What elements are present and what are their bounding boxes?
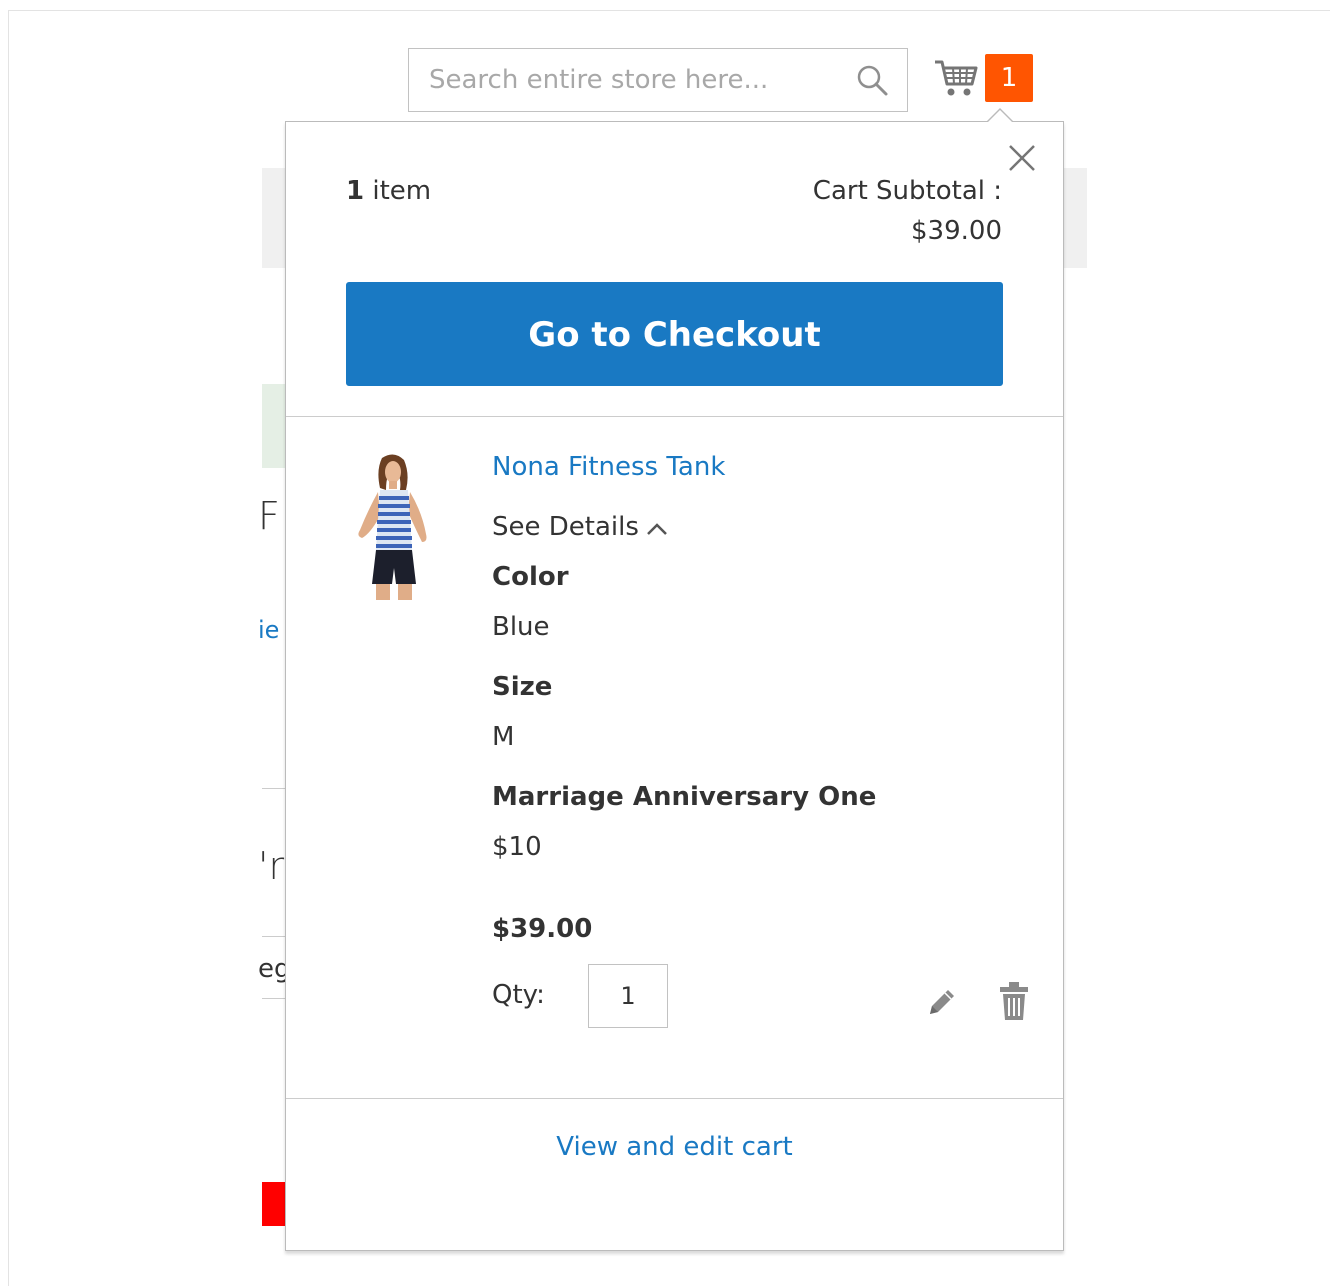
background-divider (262, 788, 286, 789)
divider (286, 416, 1063, 417)
subtotal-price: $39.00 (911, 216, 1002, 246)
background-page-title: F (258, 494, 280, 538)
option-value-color: Blue (492, 612, 550, 642)
view-and-edit-cart-link[interactable]: View and edit cart (286, 1132, 1063, 1162)
items-label: item (372, 176, 432, 206)
qty-input[interactable] (588, 964, 668, 1028)
background-review-link: ie (258, 616, 280, 644)
search-icon[interactable] (854, 62, 890, 98)
minicart-caret-fill (987, 110, 1013, 123)
option-label-color: Color (492, 562, 569, 592)
items-count: 1 (346, 176, 365, 206)
background-message (262, 384, 286, 468)
chevron-up-icon[interactable] (644, 518, 670, 540)
close-icon[interactable] (1002, 138, 1042, 178)
option-value-custom: $10 (492, 832, 542, 862)
edit-icon[interactable] (924, 984, 960, 1020)
background-button (262, 1182, 286, 1226)
option-value-size: M (492, 722, 515, 752)
background-divider (262, 998, 286, 999)
see-details-toggle[interactable]: See Details (492, 512, 639, 542)
cart-icon[interactable] (932, 54, 980, 102)
cart-counter-badge[interactable]: 1 (985, 54, 1033, 102)
item-price: $39.00 (492, 914, 593, 944)
search-input[interactable] (409, 49, 849, 111)
qty-label: Qty: (492, 980, 545, 1010)
option-label-size: Size (492, 672, 553, 702)
option-label-custom: Marriage Anniversary One (492, 782, 877, 812)
background-label: eg (258, 954, 286, 984)
trash-icon[interactable] (996, 980, 1032, 1022)
checkout-button[interactable]: Go to Checkout (346, 282, 1003, 386)
product-photo[interactable] (330, 450, 450, 602)
product-name-link[interactable]: Nona Fitness Tank (492, 452, 725, 482)
divider (286, 1098, 1063, 1099)
background-divider (262, 936, 286, 937)
background-price: 'r (258, 844, 285, 888)
search-box (408, 48, 908, 112)
subtotal-label: Cart Subtotal : (812, 176, 1002, 206)
items-total: 1 item (346, 176, 431, 206)
